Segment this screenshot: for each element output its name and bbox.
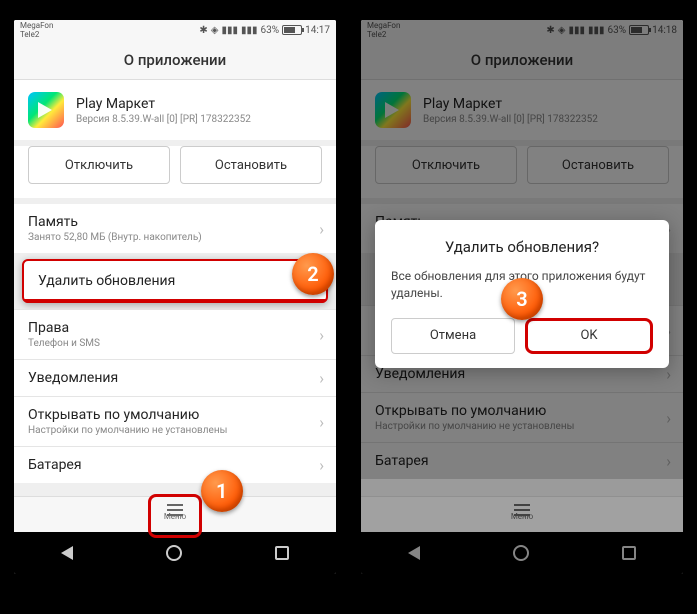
chevron-right-icon: › [319, 325, 324, 344]
carrier-2: Tele2 [20, 30, 53, 39]
open-default-subtitle: Настройки по умолчанию не установлены [28, 425, 322, 436]
status-icons: ✱ ◈ ▮▮▮ ▮▮▮ 63% 14:17 [199, 25, 330, 36]
app-name: Play Маркет [76, 96, 251, 112]
chevron-right-icon: › [319, 412, 324, 431]
notifications-item[interactable]: Уведомления › [14, 359, 336, 396]
battery-pct: 63% [261, 25, 280, 36]
battery-item[interactable]: Батарея › [14, 446, 336, 483]
wifi-icon: ◈ [211, 25, 219, 36]
page-title: О приложении [14, 40, 336, 80]
open-default-item[interactable]: Открывать по умолчанию Настройки по умол… [14, 396, 336, 446]
play-store-icon [28, 92, 64, 128]
rights-title: Права [28, 320, 322, 336]
rights-subtitle: Телефон и SMS [28, 338, 322, 349]
signal-icon: ▮▮▮ [221, 25, 238, 36]
home-icon[interactable] [166, 545, 182, 561]
dialog-title: Удалить обновления? [391, 238, 653, 256]
app-version: Версия 8.5.39.W-all [0] [PR] 178322352 [76, 114, 251, 125]
battery-title: Батарея [28, 457, 322, 473]
clock: 14:17 [305, 25, 330, 36]
stop-button[interactable]: Остановить [180, 146, 322, 184]
dialog-buttons: Отмена OK [391, 318, 653, 354]
phone-right: MegaFon Tele2 ✱ ◈ ▮▮▮ ▮▮▮ 63% 14:18 О пр… [361, 20, 683, 574]
step-badge-2: 2 [292, 253, 334, 295]
disable-button[interactable]: Отключить [28, 146, 170, 184]
memory-title: Память [28, 214, 322, 230]
rights-item[interactable]: Права Телефон и SMS › [14, 309, 336, 359]
delete-updates-item[interactable]: Удалить обновления [22, 259, 328, 303]
menu-highlight-box [148, 494, 202, 538]
app-header: Play Маркет Версия 8.5.39.W-all [0] [PR]… [14, 80, 336, 140]
carrier-1: MegaFon [20, 21, 53, 30]
memory-subtitle: Занято 52,80 МБ (Внутр. накопитель) [28, 232, 322, 243]
memory-item[interactable]: Память Занято 52,80 МБ (Внутр. накопител… [14, 204, 336, 253]
delete-updates-highlight: Удалить обновления 2 [22, 259, 328, 303]
content-area: MegaFon Tele2 ✱ ◈ ▮▮▮ ▮▮▮ 63% 14:17 О пр… [14, 20, 336, 483]
recent-icon[interactable] [275, 546, 289, 560]
open-default-title: Открывать по умолчанию [28, 407, 322, 423]
back-icon[interactable] [61, 546, 73, 560]
chevron-right-icon: › [319, 219, 324, 238]
ok-button[interactable]: OK [525, 318, 653, 354]
phone-left: MegaFon Tele2 ✱ ◈ ▮▮▮ ▮▮▮ 63% 14:17 О пр… [14, 20, 336, 574]
chevron-right-icon: › [319, 369, 324, 388]
bluetooth-icon: ✱ [199, 25, 207, 36]
battery-icon [282, 25, 302, 35]
chevron-right-icon: › [319, 456, 324, 475]
cancel-button[interactable]: Отмена [391, 318, 515, 354]
carrier-labels: MegaFon Tele2 [20, 21, 53, 39]
notifications-title: Уведомления [28, 370, 322, 386]
step-badge-1: 1 [201, 470, 243, 512]
action-buttons: Отключить Остановить [14, 146, 336, 198]
status-bar: MegaFon Tele2 ✱ ◈ ▮▮▮ ▮▮▮ 63% 14:17 [14, 20, 336, 40]
signal-icon-2: ▮▮▮ [241, 25, 258, 36]
confirm-dialog: Удалить обновления? Все обновления для э… [375, 220, 669, 368]
android-nav-bar [14, 532, 336, 574]
step-badge-3: 3 [501, 278, 543, 320]
